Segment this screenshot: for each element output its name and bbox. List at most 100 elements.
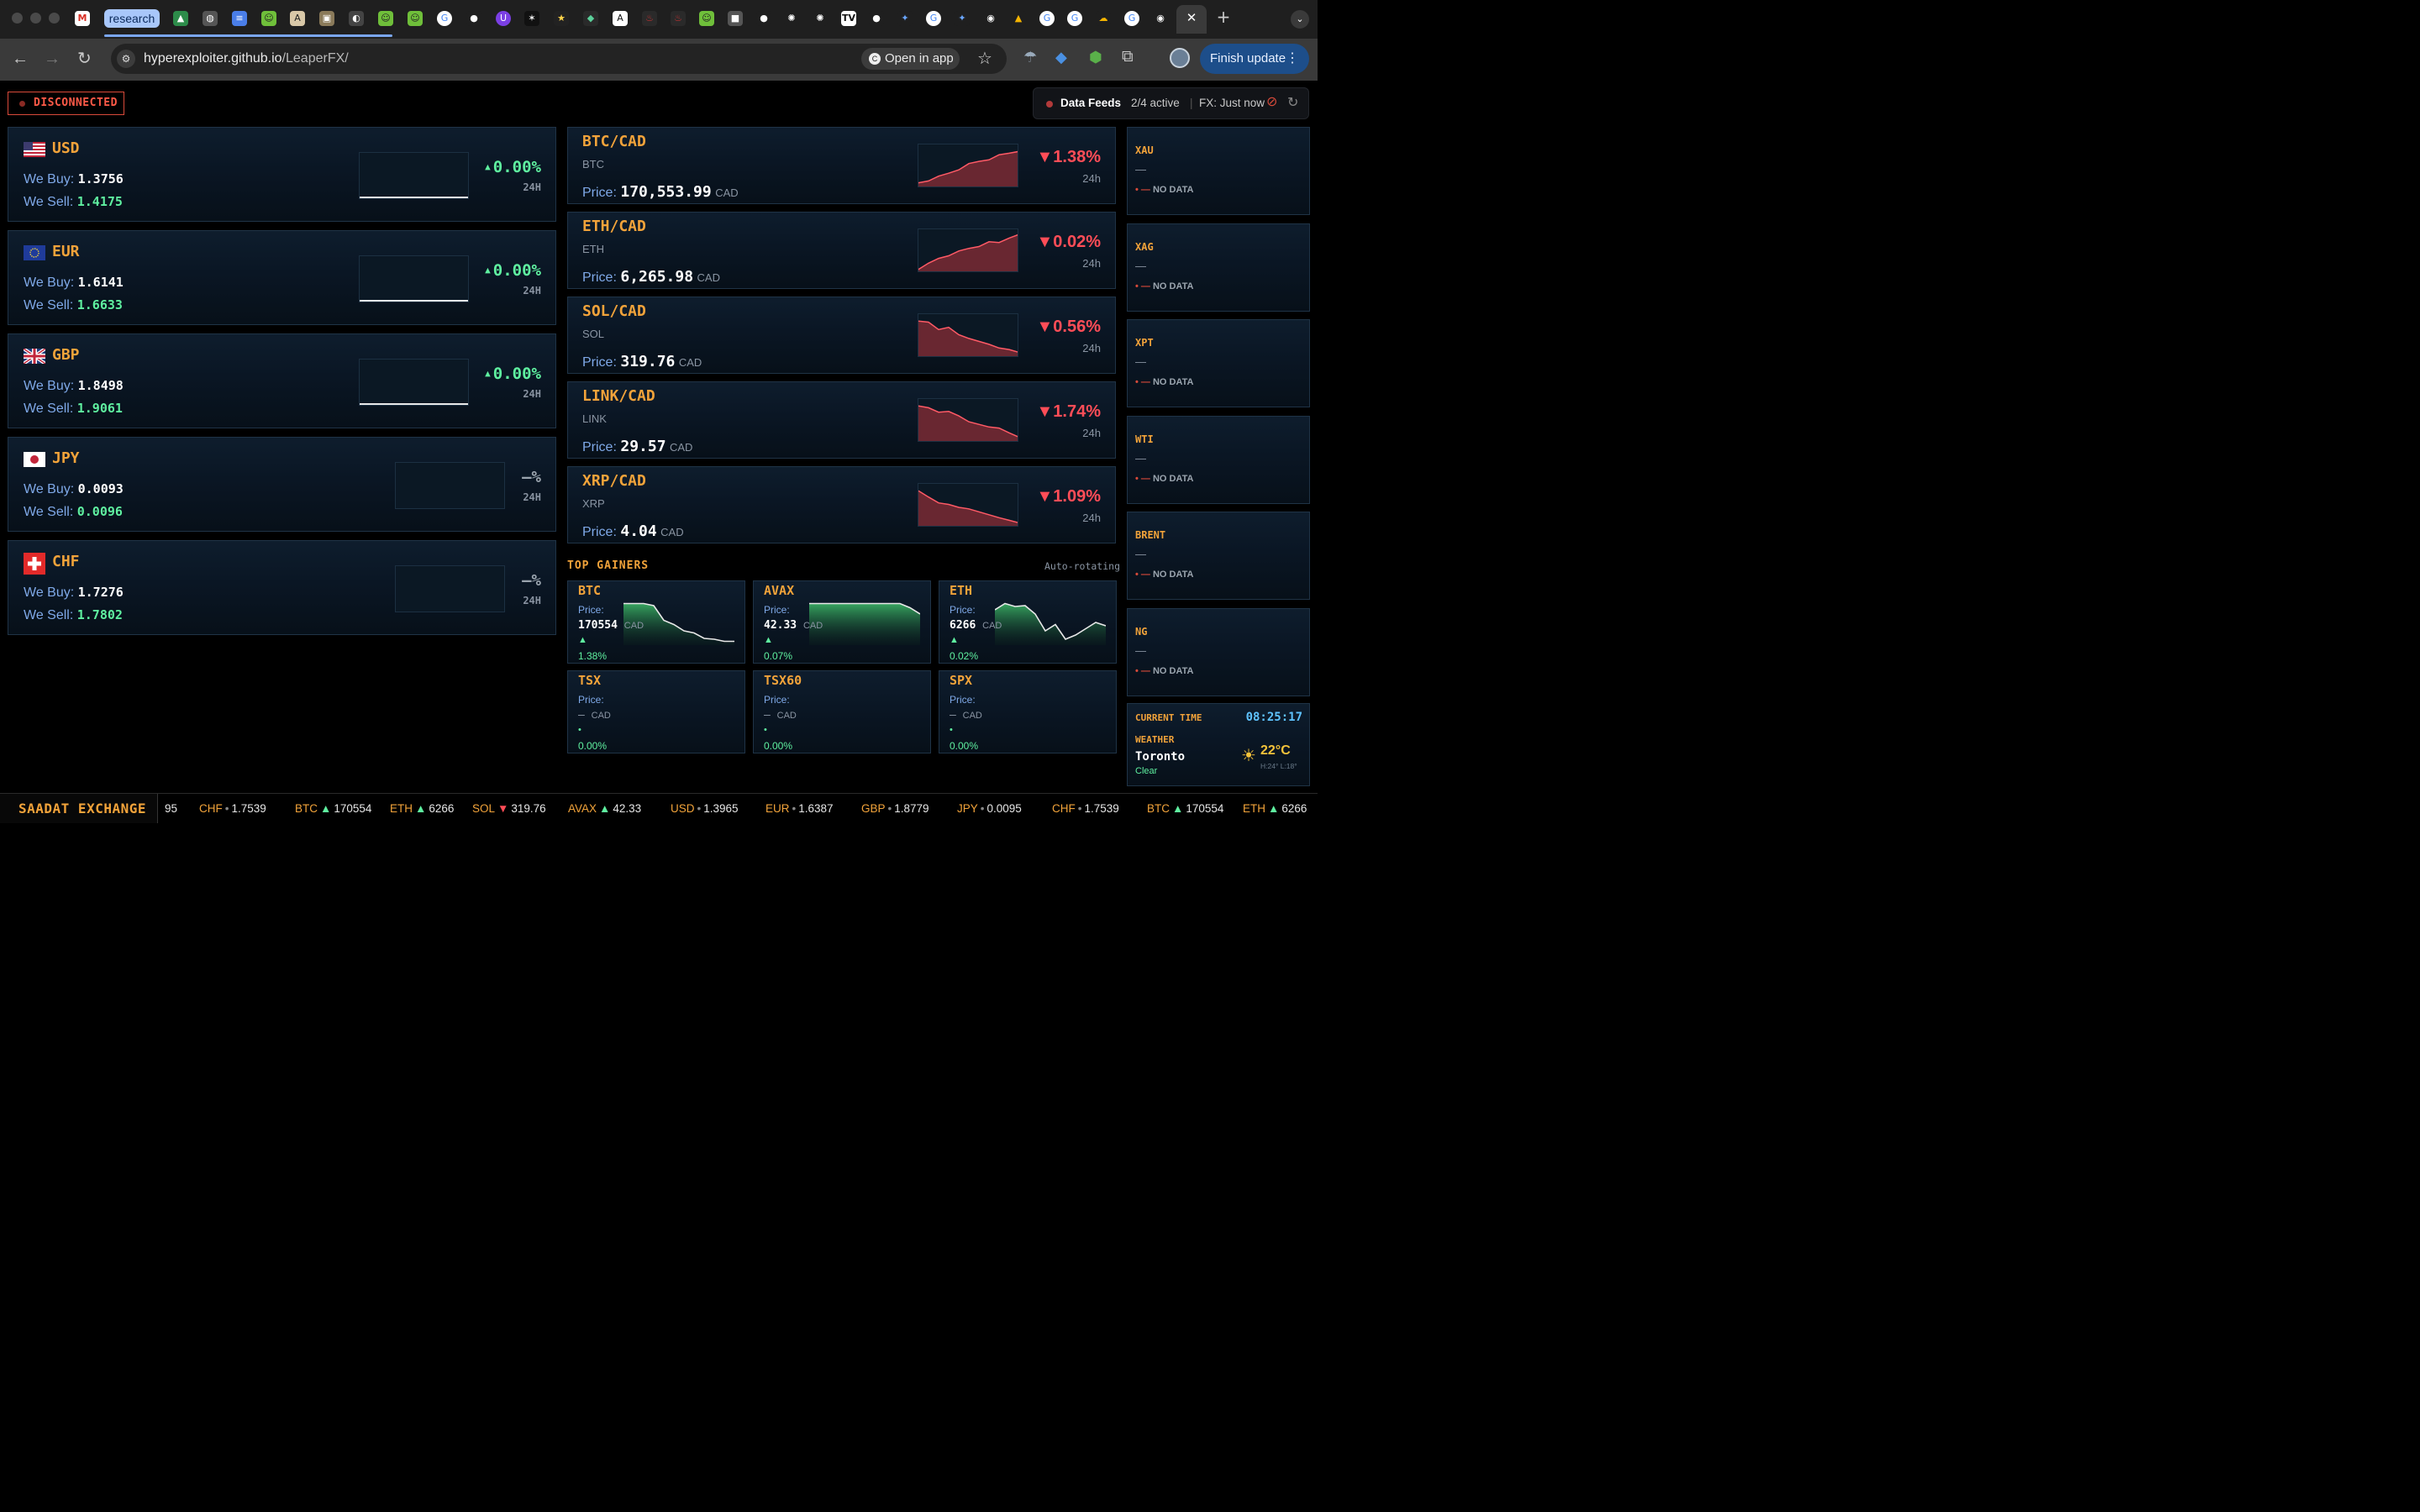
- anthropic-tab-icon-2[interactable]: A: [613, 11, 628, 26]
- open-in-app-button[interactable]: C Open in app: [861, 48, 960, 70]
- ticker-symbol: ETH: [390, 802, 413, 815]
- flame-tab-icon-2[interactable]: ♨: [671, 11, 686, 26]
- commodity-card-ng[interactable]: NG — • — NO DATA: [1127, 607, 1310, 696]
- commodity-card-brent[interactable]: BRENT — • — NO DATA: [1127, 512, 1310, 600]
- gainer-price-label: Price:: [764, 694, 790, 706]
- gainer-arrow-icon: •: [764, 725, 767, 735]
- crypto-card-link[interactable]: LINK/CAD LINK Price: 29.57 CAD ▼1.74% 24h: [567, 381, 1116, 459]
- profile-avatar[interactable]: [1170, 48, 1190, 68]
- gainer-card-spx[interactable]: SPX Price: — CAD • 0.00%: [939, 670, 1117, 753]
- shield-tab-icon[interactable]: U: [496, 11, 511, 26]
- bookmark-star-icon[interactable]: ☆: [977, 48, 992, 69]
- maximize-window-button[interactable]: [49, 13, 60, 24]
- smiley-tab-icon-2[interactable]: ☺: [378, 11, 393, 26]
- data-feeds-panel[interactable]: Data Feeds 2/4 active | FX: Just now ⊘ ↻: [1033, 87, 1309, 119]
- crypto-card-eth[interactable]: ETH/CAD ETH Price: 6,265.98 CAD ▼0.02% 24h: [567, 212, 1116, 289]
- site-info-icon[interactable]: ⚙: [117, 50, 135, 68]
- fx-card-gbp[interactable]: GBP We Buy: 1.8498 We Sell: 1.9061 ▲ 0.00% 24…: [8, 333, 556, 428]
- refresh-icon[interactable]: ↻: [1287, 88, 1298, 118]
- openai-tab-icon-2[interactable]: ✺: [813, 11, 828, 26]
- finish-update-button[interactable]: Finish update ⋮: [1200, 44, 1309, 74]
- eur-flag-icon: [24, 245, 45, 260]
- forward-arrow-icon[interactable]: →: [44, 50, 60, 67]
- chrome-tab-icon-2[interactable]: ◉: [1153, 11, 1168, 26]
- new-tab-icon[interactable]: +: [1216, 8, 1231, 25]
- up-arrow-icon: ▲: [485, 368, 491, 379]
- commodity-status-label: NO DATA: [1152, 281, 1194, 291]
- ticker-item: ETH ▲ 6266: [1243, 802, 1307, 815]
- gainer-card-tsx[interactable]: TSX Price: — CAD • 0.00%: [567, 670, 745, 753]
- tradingview-tab-icon[interactable]: TV: [841, 11, 856, 26]
- anthropic-tab-icon[interactable]: A: [290, 11, 305, 26]
- crypto-card-sol[interactable]: SOL/CAD SOL Price: 319.76 CAD ▼0.56% 24h: [567, 297, 1116, 374]
- drive-tab-icon[interactable]: ▲: [173, 11, 188, 26]
- close-window-button[interactable]: [12, 13, 23, 24]
- google-tab-icon-3[interactable]: G: [1039, 11, 1055, 26]
- fx-card-jpy[interactable]: JPY We Buy: 0.0093 We Sell: 0.0096 —% 24H: [8, 437, 556, 532]
- globe-tab-icon[interactable]: ◍: [203, 11, 218, 26]
- exchange-brand: SAADAT EXCHANGE: [0, 794, 158, 823]
- google-tab-icon-2[interactable]: G: [926, 11, 941, 26]
- url-text[interactable]: hyperexploiter.github.io/LeaperFX/: [144, 50, 349, 67]
- chrome-tab-icon[interactable]: ◉: [983, 11, 998, 26]
- close-tab-icon[interactable]: ✕: [1184, 10, 1199, 25]
- cloud-tab-icon[interactable]: ☁: [1096, 11, 1111, 26]
- crypto-card-btc[interactable]: BTC/CAD BTC Price: 170,553.99 CAD ▼1.38% 24h: [567, 127, 1116, 204]
- we-sell-value: 0.0096: [76, 504, 123, 519]
- cube-tab-icon[interactable]: ■: [728, 11, 743, 26]
- smiley-tab-icon-3[interactable]: ☺: [408, 11, 423, 26]
- gemini-tab-icon[interactable]: ✦: [897, 11, 913, 26]
- github-tab-icon-3[interactable]: ●: [869, 11, 884, 26]
- flame-tab-icon[interactable]: ♨: [642, 11, 657, 26]
- google-tab-icon-5[interactable]: G: [1124, 11, 1139, 26]
- extension-diamond-icon[interactable]: ◆: [1055, 49, 1067, 66]
- crypto-card-xrp[interactable]: XRP/CAD XRP Price: 4.04 CAD ▼1.09% 24h: [567, 466, 1116, 543]
- we-sell-row: We Sell: 0.0096: [24, 504, 123, 520]
- star-tab-icon[interactable]: ✶: [524, 11, 539, 26]
- star-tab-icon-2[interactable]: ★: [554, 11, 569, 26]
- crypto-pair: XRP/CAD: [582, 472, 646, 490]
- gainer-card-avax[interactable]: AVAX Price: 42.33 CAD ▲ 0.07%: [753, 580, 931, 664]
- docs-tab-icon[interactable]: ≡: [232, 11, 247, 26]
- commodity-card-xag[interactable]: XAG — • — NO DATA: [1127, 223, 1310, 312]
- openai-tab-icon[interactable]: ✺: [784, 11, 799, 26]
- chevron-down-icon[interactable]: ⌄: [1291, 10, 1309, 29]
- github-tab-icon[interactable]: ●: [466, 11, 481, 26]
- google-tab-icon-4[interactable]: G: [1067, 11, 1082, 26]
- google-tab-icon[interactable]: G: [437, 11, 452, 26]
- gainer-card-eth[interactable]: ETH Price: 6266 CAD ▲ 0.02%: [939, 580, 1117, 664]
- commodity-card-xau[interactable]: XAU — • — NO DATA: [1127, 127, 1310, 215]
- minimize-window-button[interactable]: [30, 13, 41, 24]
- extension-hat-icon[interactable]: ☂: [1023, 49, 1037, 66]
- gainer-percent: 0.02%: [950, 650, 979, 662]
- gainer-card-btc[interactable]: BTC Price: 170554 CAD ▲ 1.38%: [567, 580, 745, 664]
- gainer-price-label: Price:: [950, 604, 976, 616]
- commodity-card-xpt[interactable]: XPT — • — NO DATA: [1127, 319, 1310, 407]
- fx-card-usd[interactable]: USD We Buy: 1.3756 We Sell: 1.4175 ▲ 0.00% 24…: [8, 127, 556, 222]
- crypto-period: 24h: [1082, 342, 1101, 354]
- extension-hexagon-icon[interactable]: ⬢: [1089, 49, 1102, 66]
- gemini-tab-icon-2[interactable]: ✦: [955, 11, 970, 26]
- layers-tab-icon[interactable]: ◆: [583, 11, 598, 26]
- reload-icon[interactable]: ↻: [77, 50, 92, 67]
- gainer-symbol: TSX60: [764, 673, 802, 688]
- warning-tab-icon[interactable]: ▲: [1011, 11, 1026, 26]
- gainer-price-unit: CAD: [776, 711, 797, 721]
- crypto-pair: ETH/CAD: [582, 218, 646, 235]
- tab-group-research[interactable]: research: [104, 9, 160, 28]
- gmail-tab-icon[interactable]: M: [75, 11, 90, 26]
- github-tab-icon-2[interactable]: ●: [756, 11, 771, 26]
- crypto-symbol: BTC: [582, 158, 604, 171]
- image-tab-icon[interactable]: ▣: [319, 11, 334, 26]
- smiley-tab-icon-4[interactable]: ☺: [699, 11, 714, 26]
- gainer-card-tsx60[interactable]: TSX60 Price: — CAD • 0.00%: [753, 670, 931, 753]
- fx-card-chf[interactable]: CHF We Buy: 1.7276 We Sell: 1.7802 —% 24H: [8, 540, 556, 635]
- extensions-puzzle-icon[interactable]: ⧉: [1122, 48, 1134, 66]
- back-arrow-icon[interactable]: ←: [12, 50, 29, 67]
- commodity-card-wti[interactable]: WTI — • — NO DATA: [1127, 415, 1310, 504]
- fx-card-eur[interactable]: EUR We Buy: 1.6141 We Sell: 1.6633 ▲ 0.00% 24…: [8, 230, 556, 325]
- smiley-tab-icon[interactable]: ☺: [261, 11, 276, 26]
- dolphin-tab-icon[interactable]: ◐: [349, 11, 364, 26]
- ticker-separator: ▲: [320, 802, 332, 815]
- crypto-period: 24h: [1082, 257, 1101, 270]
